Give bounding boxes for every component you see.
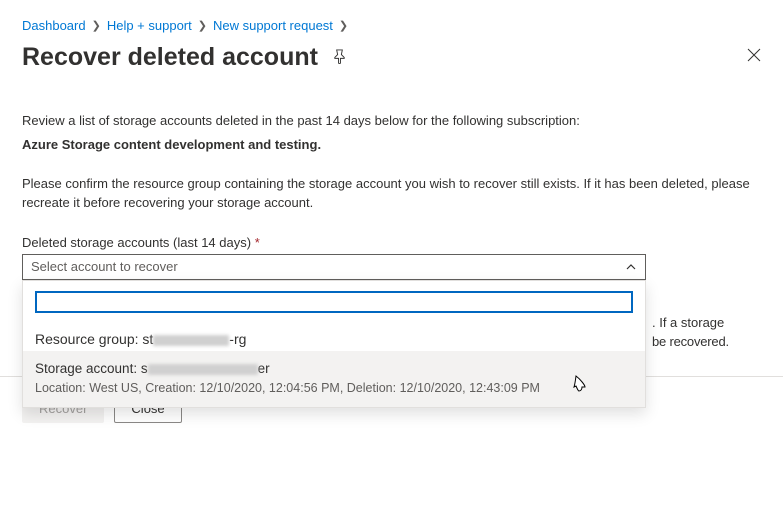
breadcrumb-item-help[interactable]: Help + support bbox=[107, 18, 192, 33]
subscription-name: Azure Storage content development and te… bbox=[22, 137, 761, 152]
resource-group-label: Resource group: st-rg bbox=[35, 331, 633, 347]
select-placeholder: Select account to recover bbox=[31, 259, 178, 274]
redacted-text bbox=[148, 364, 258, 375]
dropdown-panel: Resource group: st-rg Storage account: s… bbox=[22, 280, 646, 408]
option-title: Storage account: ser bbox=[35, 361, 633, 376]
account-select[interactable]: Select account to recover bbox=[22, 254, 646, 280]
dropdown-search-input[interactable] bbox=[35, 291, 633, 313]
breadcrumb-item-dashboard[interactable]: Dashboard bbox=[22, 18, 86, 33]
chevron-up-icon bbox=[625, 261, 637, 273]
chevron-right-icon: ❯ bbox=[198, 19, 207, 32]
intro-text: Review a list of storage accounts delete… bbox=[22, 112, 761, 131]
storage-account-option[interactable]: Storage account: ser Location: West US, … bbox=[23, 351, 645, 407]
breadcrumb-item-request[interactable]: New support request bbox=[213, 18, 333, 33]
redacted-text bbox=[153, 335, 229, 346]
chevron-right-icon: ❯ bbox=[92, 19, 101, 32]
pin-icon[interactable] bbox=[332, 49, 347, 67]
info-text-fragment: . If a storage be recovered. bbox=[646, 314, 781, 352]
page-title: Recover deleted account bbox=[22, 43, 318, 72]
breadcrumb: Dashboard ❯ Help + support ❯ New support… bbox=[22, 18, 761, 33]
chevron-right-icon: ❯ bbox=[339, 19, 348, 32]
close-icon[interactable] bbox=[747, 48, 761, 67]
field-label: Deleted storage accounts (last 14 days) … bbox=[22, 235, 761, 250]
option-meta: Location: West US, Creation: 12/10/2020,… bbox=[35, 381, 633, 395]
confirm-text: Please confirm the resource group contai… bbox=[22, 174, 761, 213]
